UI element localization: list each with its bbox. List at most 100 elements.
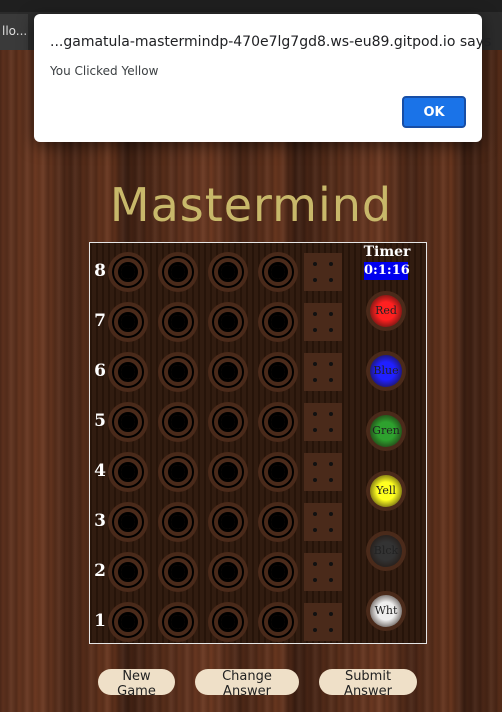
row-number: 5 bbox=[94, 411, 106, 431]
alert-dialog: ...gamatula-mastermindp-470e7lg7gd8.ws-e… bbox=[34, 14, 491, 142]
peg-hole[interactable] bbox=[208, 502, 248, 542]
peg-hole[interactable] bbox=[158, 552, 198, 592]
peg-hole[interactable] bbox=[158, 402, 198, 442]
peg-hole[interactable] bbox=[108, 452, 148, 492]
peg-hole[interactable] bbox=[208, 402, 248, 442]
color-button-yell[interactable]: Yell bbox=[366, 471, 406, 511]
row-number: 2 bbox=[94, 561, 106, 581]
peg-hole[interactable] bbox=[108, 552, 148, 592]
alert-title: ...gamatula-mastermindp-470e7lg7gd8.ws-e… bbox=[50, 34, 492, 50]
action-bar: New Game Change Answer Submit Answer bbox=[0, 669, 502, 699]
browser-tab[interactable]: llo... bbox=[0, 14, 28, 50]
peg-hole[interactable] bbox=[108, 252, 148, 292]
peg-hole[interactable] bbox=[108, 302, 148, 342]
hint-dot bbox=[313, 462, 317, 466]
peg-hole[interactable] bbox=[208, 452, 248, 492]
peg-hole[interactable] bbox=[158, 502, 198, 542]
peg-hole[interactable] bbox=[258, 252, 298, 292]
hint-dot bbox=[313, 412, 317, 416]
hint-box bbox=[304, 503, 342, 541]
hint-dot bbox=[313, 512, 317, 516]
hint-dot bbox=[313, 428, 317, 432]
peg-hole[interactable] bbox=[258, 452, 298, 492]
peg-hole[interactable] bbox=[108, 502, 148, 542]
hint-dot bbox=[313, 628, 317, 632]
peg-hole[interactable] bbox=[158, 352, 198, 392]
peg-hole[interactable] bbox=[208, 602, 248, 642]
hint-box bbox=[304, 603, 342, 641]
color-button-label: Wht bbox=[370, 595, 402, 627]
hint-dot bbox=[313, 312, 317, 316]
peg-hole[interactable] bbox=[258, 552, 298, 592]
peg-hole[interactable] bbox=[108, 352, 148, 392]
row-number: 1 bbox=[94, 611, 106, 631]
peg-hole[interactable] bbox=[158, 602, 198, 642]
hint-dot bbox=[329, 428, 333, 432]
color-button-gren[interactable]: Gren bbox=[366, 411, 406, 451]
peg-hole[interactable] bbox=[258, 502, 298, 542]
hint-dot bbox=[313, 362, 317, 366]
guess-row: 6 bbox=[90, 347, 350, 397]
hint-dot bbox=[313, 478, 317, 482]
new-game-button[interactable]: New Game bbox=[98, 669, 175, 699]
guess-row: 1 bbox=[90, 597, 350, 647]
hint-dot bbox=[329, 528, 333, 532]
color-button-label: Blue bbox=[370, 355, 402, 387]
change-answer-button[interactable]: Change Answer bbox=[195, 669, 299, 699]
submit-answer-button[interactable]: Submit Answer bbox=[319, 669, 417, 699]
hint-dot bbox=[329, 562, 333, 566]
peg-hole[interactable] bbox=[258, 602, 298, 642]
peg-hole[interactable] bbox=[208, 352, 248, 392]
hint-box bbox=[304, 553, 342, 591]
hint-dot bbox=[313, 528, 317, 532]
hint-dot bbox=[313, 578, 317, 582]
peg-hole[interactable] bbox=[158, 302, 198, 342]
alert-message: You Clicked Yellow bbox=[50, 64, 159, 78]
row-number: 7 bbox=[94, 311, 106, 331]
page-title: Mastermind bbox=[109, 178, 393, 232]
peg-hole[interactable] bbox=[208, 552, 248, 592]
hint-dot bbox=[329, 262, 333, 266]
hint-box bbox=[304, 453, 342, 491]
hint-dot bbox=[329, 478, 333, 482]
peg-hole[interactable] bbox=[208, 302, 248, 342]
guess-row: 3 bbox=[90, 497, 350, 547]
hint-dot bbox=[313, 562, 317, 566]
ok-button[interactable]: OK bbox=[402, 96, 466, 128]
color-button-label: Blck bbox=[370, 535, 402, 567]
peg-hole[interactable] bbox=[258, 402, 298, 442]
game-board: 8 7 6 5 4 3 2 1 Timer 0:1:16 Red Blue Gren Yell Blc… bbox=[89, 242, 427, 644]
row-number: 3 bbox=[94, 511, 106, 531]
peg-hole[interactable] bbox=[108, 602, 148, 642]
color-button-label: Red bbox=[370, 295, 402, 327]
row-number: 8 bbox=[94, 261, 106, 281]
peg-hole[interactable] bbox=[208, 252, 248, 292]
hint-dot bbox=[329, 378, 333, 382]
color-button-blue[interactable]: Blue bbox=[366, 351, 406, 391]
peg-hole[interactable] bbox=[108, 402, 148, 442]
row-number: 6 bbox=[94, 361, 106, 381]
hint-dot bbox=[329, 328, 333, 332]
peg-hole[interactable] bbox=[258, 352, 298, 392]
hint-dot bbox=[329, 312, 333, 316]
hint-box bbox=[304, 303, 342, 341]
hint-dot bbox=[313, 278, 317, 282]
color-button-red[interactable]: Red bbox=[366, 291, 406, 331]
hint-dot bbox=[329, 412, 333, 416]
browser-top-bar bbox=[0, 0, 502, 12]
hint-dot bbox=[313, 612, 317, 616]
hint-box bbox=[304, 353, 342, 391]
guess-row: 2 bbox=[90, 547, 350, 597]
color-button-blck[interactable]: Blck bbox=[366, 531, 406, 571]
hint-dot bbox=[329, 362, 333, 366]
hint-dot bbox=[329, 462, 333, 466]
hint-dot bbox=[313, 262, 317, 266]
color-button-wht[interactable]: Wht bbox=[366, 591, 406, 631]
timer-label: Timer bbox=[363, 244, 411, 260]
peg-hole[interactable] bbox=[258, 302, 298, 342]
hint-dot bbox=[329, 512, 333, 516]
peg-hole[interactable] bbox=[158, 252, 198, 292]
hint-dot bbox=[313, 328, 317, 332]
hint-box bbox=[304, 253, 342, 291]
peg-hole[interactable] bbox=[158, 452, 198, 492]
